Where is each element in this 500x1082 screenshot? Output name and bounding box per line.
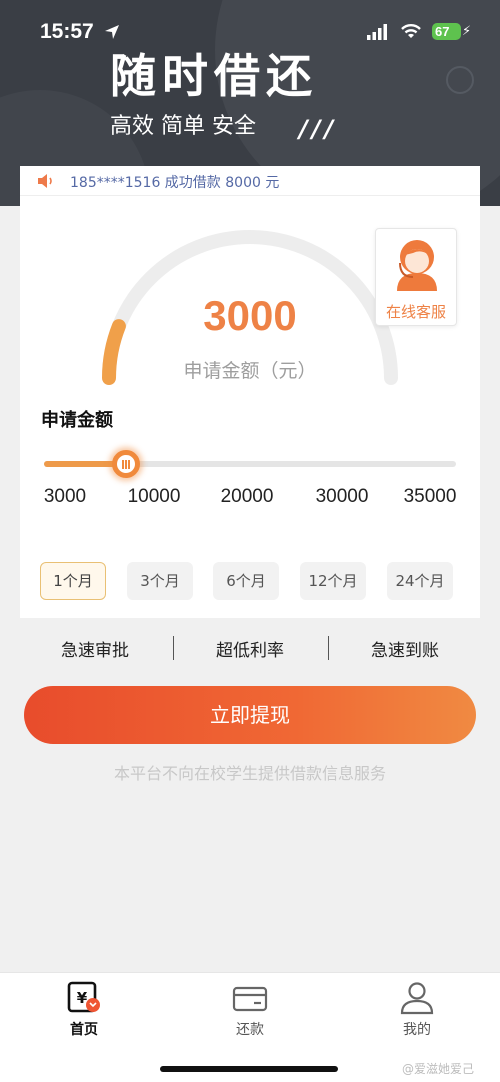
status-time: 15:57: [40, 20, 94, 43]
wifi-icon: [401, 24, 421, 38]
term-option-6-months[interactable]: 6个月: [213, 562, 279, 600]
notice-text: 185****1516 成功借款 8000 元: [70, 175, 280, 191]
watermark: @爱滋她爱己: [402, 1062, 475, 1076]
term-option-3-months[interactable]: 3个月: [127, 562, 193, 600]
customer-service-icon: [397, 240, 437, 291]
hero-slashes: ///: [299, 115, 338, 143]
tab-profile[interactable]: 我的: [357, 973, 477, 1043]
status-bar: 15:57 67 ⚡: [0, 0, 500, 62]
term-option-12-months[interactable]: 12个月: [300, 562, 366, 600]
disclaimer-text: 本平台不向在校学生提供借款信息服务: [113, 764, 386, 783]
battery-indicator: 67: [432, 23, 461, 40]
feature-label: 急速审批: [61, 641, 129, 661]
term-option-1-month[interactable]: 1个月: [40, 562, 106, 600]
tab-repayment[interactable]: 还款: [190, 973, 310, 1043]
tab-label: 我的: [403, 1022, 431, 1038]
customer-service-button[interactable]: 在线客服: [375, 228, 457, 326]
speaker-icon: [38, 174, 52, 188]
amount-slider-handle[interactable]: [112, 450, 141, 478]
loan-amount-label: 申请金额（元）: [183, 360, 317, 382]
location-arrow-icon: [105, 25, 119, 39]
home-yen-icon: ¥: [67, 981, 100, 1013]
notice-bar: 185****1516 成功借款 8000 元: [20, 166, 480, 196]
charging-bolt-icon: ⚡: [462, 24, 472, 39]
slider-tick-label: 3000: [43, 486, 87, 507]
slider-tick-label: 35000: [403, 486, 457, 507]
grip-icon: [122, 460, 131, 469]
divider: [173, 636, 174, 660]
cellular-signal-icon: [367, 24, 387, 40]
feature-label: 急速到账: [371, 641, 439, 661]
slider-tick-label: 20000: [220, 486, 274, 507]
slider-tick-label: 30000: [315, 486, 369, 507]
home-indicator[interactable]: [160, 1066, 338, 1072]
term-options: 1个月 3个月 6个月 12个月 24个月: [20, 562, 480, 602]
term-option-24-months[interactable]: 24个月: [387, 562, 453, 600]
tab-label: 首页: [70, 1022, 98, 1038]
loan-card: 3000 申请金额（元） 在线客服 申请金额 3000 10000 20000 …: [20, 196, 480, 618]
card-icon: [232, 986, 268, 1012]
withdraw-button[interactable]: 立即提现: [24, 686, 476, 744]
message-icon[interactable]: [446, 66, 474, 94]
tab-label: 还款: [236, 1022, 264, 1038]
feature-label: 超低利率: [216, 641, 284, 661]
slider-title: 申请金额: [41, 410, 113, 431]
amount-slider-track[interactable]: [44, 461, 456, 467]
slider-tick-label: 10000: [127, 486, 181, 507]
divider: [328, 636, 329, 660]
feature-strip: 急速审批 超低利率 急速到账: [0, 630, 500, 666]
tab-home[interactable]: ¥ 首页: [24, 973, 144, 1043]
hero-subtitle: 高效 简单 安全: [110, 114, 256, 139]
slider-ticks: 3000 10000 20000 30000 35000: [20, 486, 480, 512]
customer-service-label: 在线客服: [385, 303, 446, 321]
profile-icon: [400, 982, 434, 1015]
